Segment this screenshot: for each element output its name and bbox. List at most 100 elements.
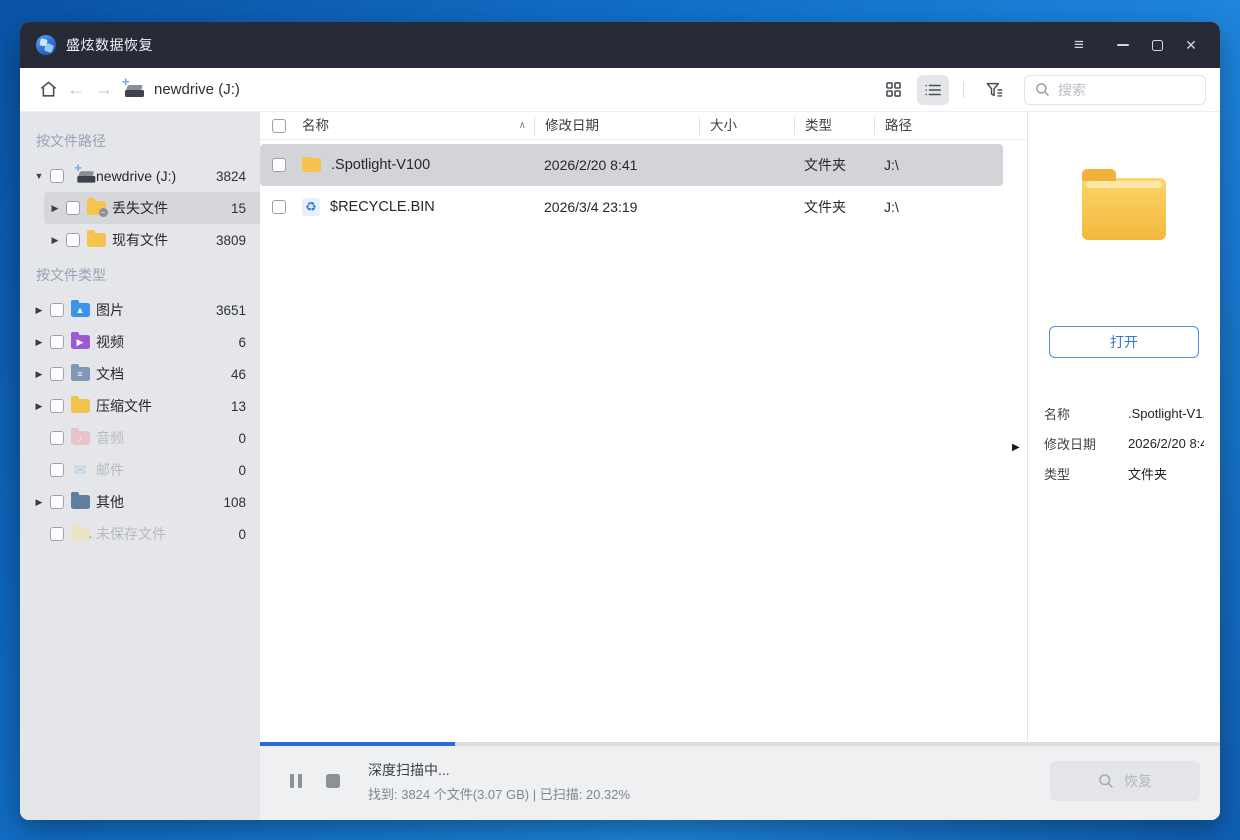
toolbar-separator [963, 81, 964, 98]
list-view-button[interactable] [917, 74, 949, 105]
drive-icon: ✛ [70, 164, 96, 184]
recover-button[interactable]: 恢复 [1050, 761, 1200, 801]
unsaved-folder-icon: ◔ [70, 524, 93, 544]
drive-icon: ✛ [74, 164, 96, 183]
chevron-right-icon[interactable]: ▶ [30, 305, 48, 316]
video-folder-icon: ▶ [70, 332, 90, 349]
scan-status-title: 深度扫描中... [368, 761, 450, 778]
checkbox[interactable] [50, 495, 64, 509]
close-button[interactable]: ✕ [1174, 30, 1208, 60]
sidebar-item-count: 0 [238, 462, 246, 478]
archive-folder-icon [70, 396, 90, 413]
chevron-right-icon[interactable]: ▶ [46, 235, 64, 246]
app-logo-icon [36, 35, 56, 55]
detail-row: 类型 文件夹 [1044, 458, 1204, 488]
checkbox[interactable] [50, 367, 64, 381]
chevron-right-icon[interactable]: ▶ [30, 337, 48, 348]
toolbar: ← → ✛ newdrive (J:) [20, 68, 1220, 112]
table-row[interactable]: .Spotlight-V100 2026/2/20 8:41 文件夹 J:\ [260, 144, 1003, 186]
maximize-icon [1151, 39, 1163, 51]
sidebar-item-label: 其他 [96, 494, 124, 510]
checkbox[interactable] [272, 158, 286, 172]
panel-collapse-icon[interactable]: ▶ [1012, 442, 1020, 453]
checkbox[interactable] [50, 399, 64, 413]
list-view-icon [925, 84, 941, 95]
sidebar-item-压缩文件[interactable]: ▶ 压缩文件 13 [20, 390, 260, 422]
checkbox[interactable] [50, 303, 64, 317]
app-title: 盛炫数据恢复 [66, 37, 153, 53]
menu-icon[interactable]: ≡ [1062, 30, 1096, 60]
scan-status: 深度扫描中... 找到: 3824 个文件(3.07 GB) | 已扫描: 20… [368, 760, 630, 803]
sidebar-item-未保存文件[interactable]: ◔ 未保存文件 0 [20, 518, 260, 550]
filter-button[interactable] [978, 75, 1010, 105]
table-row[interactable]: ♻ $RECYCLE.BIN 2026/3/4 23:19 文件夹 J:\ [260, 186, 1003, 228]
column-header-type[interactable]: 类型 [794, 116, 874, 135]
checkbox[interactable] [66, 201, 80, 215]
sidebar-item-邮件[interactable]: ✉ 邮件 0 [20, 454, 260, 486]
checkbox[interactable] [50, 463, 64, 477]
home-icon [40, 81, 56, 97]
folder-lost-icon: − [86, 198, 108, 217]
sidebar-item-label: 丢失文件 [112, 200, 168, 216]
sidebar-item-视频[interactable]: ▶ ▶ 视频 6 [20, 326, 260, 358]
select-all-checkbox[interactable] [272, 118, 286, 133]
cell-modified: 2026/2/20 8:41 [544, 157, 638, 173]
sort-ascending-icon[interactable]: ∧ [519, 117, 526, 135]
chevron-right-icon[interactable]: ▶ [46, 203, 64, 214]
sidebar-item-count: 13 [230, 398, 246, 414]
column-header-path[interactable]: 路径 [874, 116, 1027, 135]
column-header-modified[interactable]: 修改日期 [534, 116, 699, 135]
chevron-right-icon[interactable]: ▶ [30, 497, 48, 508]
back-button[interactable]: ← [62, 76, 90, 104]
recycle-bin-icon: ♻ [302, 198, 320, 216]
sidebar-item-音频[interactable]: ♪ 音频 0 [20, 422, 260, 454]
folder-video-icon: ▶ [70, 332, 90, 350]
detail-value: 2026/2/20 8:4 [1128, 435, 1204, 451]
grid-view-button[interactable] [877, 75, 909, 105]
chevron-down-icon[interactable]: ▼ [30, 171, 48, 181]
sidebar-item-count: 46 [230, 366, 246, 382]
checkbox[interactable] [272, 200, 286, 214]
sidebar-item-newdrive (J:)[interactable]: ▼ ✛ newdrive (J:) 3824 [20, 160, 260, 192]
column-header-name[interactable]: 名称 ∧ [260, 117, 534, 135]
pause-button[interactable] [290, 774, 302, 788]
sidebar-item-label: 文档 [96, 366, 124, 382]
file-details: 名称 .Spotlight-V1.. 修改日期 2026/2/20 8:4 类型 文件夹 [1028, 398, 1220, 488]
grid-view-icon [885, 82, 901, 97]
home-button[interactable] [34, 76, 62, 104]
sidebar-item-图片[interactable]: ▶ ▲ 图片 3651 [20, 294, 260, 326]
folder-picture-icon: ▲ [70, 300, 90, 318]
minimize-button[interactable] [1106, 30, 1140, 60]
checkbox[interactable] [66, 233, 80, 247]
cell-type: 文件夹 [804, 157, 846, 173]
sidebar-item-count: 108 [223, 494, 246, 510]
other-folder-icon [70, 492, 90, 509]
sidebar-item-丢失文件[interactable]: ▶ − 丢失文件 15 [44, 192, 260, 224]
sidebar-item-label: 邮件 [96, 462, 124, 478]
folder-icon [86, 230, 106, 247]
maximize-button[interactable] [1140, 30, 1174, 60]
checkbox[interactable] [50, 169, 64, 183]
chevron-right-icon[interactable]: ▶ [30, 401, 48, 412]
filter-icon [986, 82, 1002, 97]
forward-button[interactable]: → [90, 76, 118, 104]
stop-button[interactable] [326, 774, 340, 788]
preview-panel: ▶ 打开 名称 .Spotlight-V1.. 修改日期 2026/2/20 8:4 类… [1012, 112, 1220, 742]
sidebar-item-count: 3651 [215, 302, 246, 318]
file-name: $RECYCLE.BIN [330, 199, 435, 215]
open-button[interactable]: 打开 [1049, 326, 1199, 358]
progress-track [260, 742, 1220, 746]
sidebar-item-其他[interactable]: ▶ 其他 108 [20, 486, 260, 518]
checkbox[interactable] [50, 335, 64, 349]
sidebar-item-label: 压缩文件 [96, 398, 152, 414]
column-header-size[interactable]: 大小 [699, 116, 794, 135]
search-box[interactable] [1024, 74, 1206, 105]
chevron-right-icon[interactable]: ▶ [30, 369, 48, 380]
checkbox[interactable] [50, 527, 64, 541]
checkbox[interactable] [50, 431, 64, 445]
cell-path: J:\ [884, 157, 899, 173]
sidebar-item-文档[interactable]: ▶ ≡ 文档 46 [20, 358, 260, 390]
search-input[interactable] [1058, 81, 1195, 98]
detail-row: 修改日期 2026/2/20 8:4 [1044, 428, 1204, 458]
sidebar-item-现有文件[interactable]: ▶ 现有文件 3809 [20, 224, 260, 256]
